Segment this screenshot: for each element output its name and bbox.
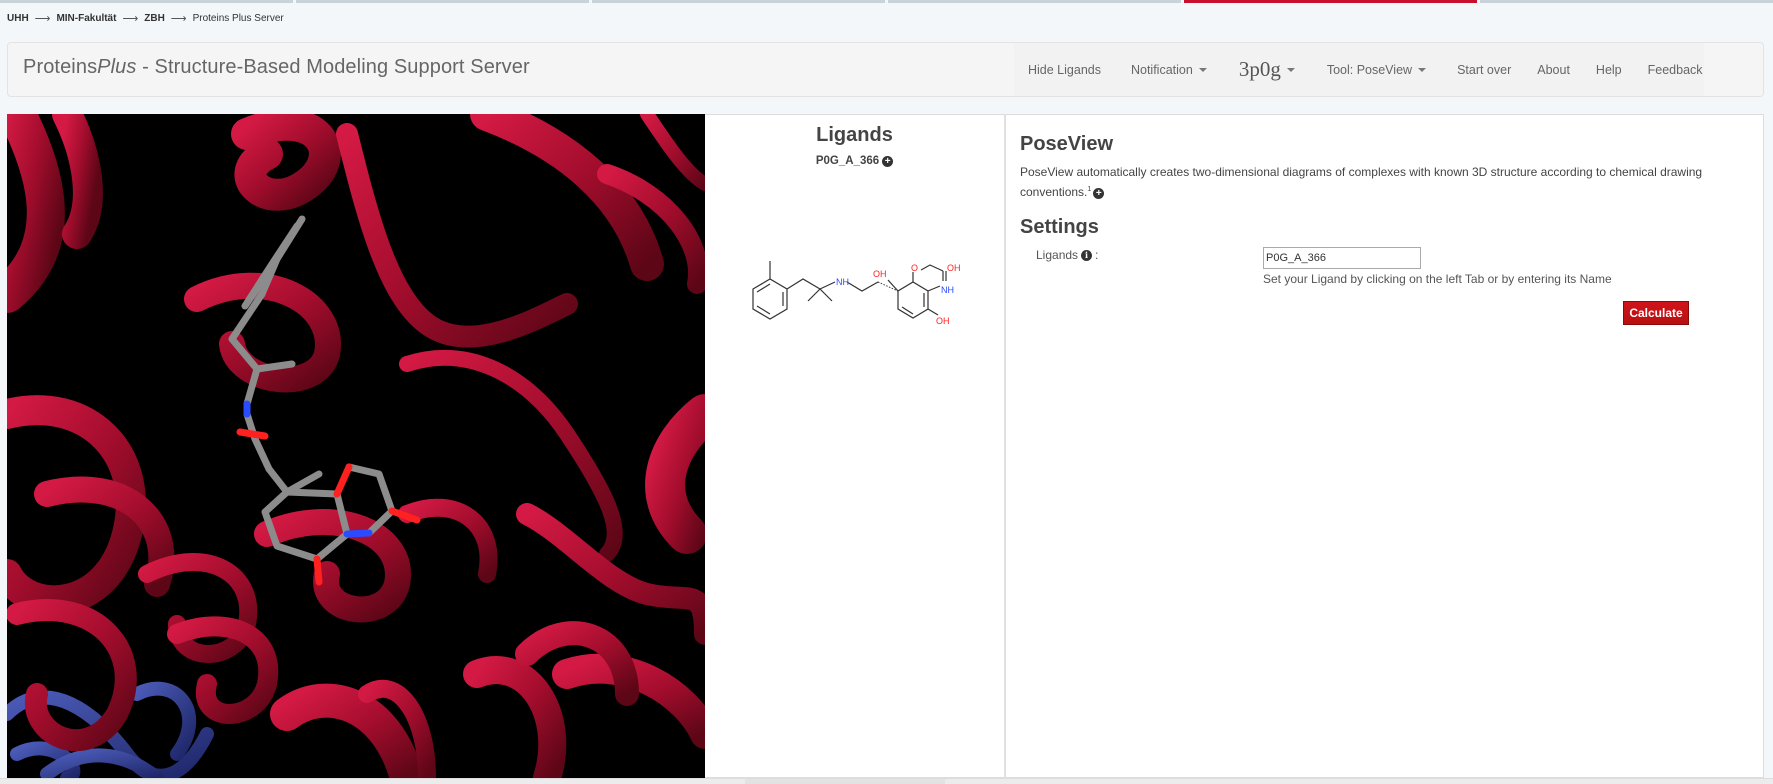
breadcrumb-proteins-plus[interactable]: Proteins Plus Server [193, 13, 284, 24]
help-label: Help [1595, 62, 1622, 77]
caret-down-icon [1286, 67, 1295, 72]
hide-ligands-label: Hide Ligands [1028, 62, 1101, 77]
breadcrumb: UHH ⟶ MIN-Fakultät ⟶ ZBH ⟶ Proteins Plus… [7, 12, 284, 25]
breadcrumb-arrow-icon: ⟶ [170, 13, 187, 25]
about-link[interactable]: About [1525, 63, 1584, 77]
brand-title[interactable]: ProteinsPlus - Structure-Based Modeling … [23, 56, 530, 79]
footnote-ref[interactable]: 1 [1087, 186, 1091, 193]
atom-label-o: O [911, 263, 918, 273]
atom-label-oh: OH [936, 316, 950, 326]
top-tab[interactable] [888, 0, 1181, 3]
top-tab-strip [0, 0, 1773, 3]
top-tab[interactable] [296, 0, 589, 3]
tool-description-text: PoseView automatically creates two-dimen… [1020, 165, 1703, 199]
atom-label-oh: OH [873, 269, 887, 279]
ligand-2d-structure[interactable]: NH OH O OH NH OH [738, 249, 968, 339]
breadcrumb-arrow-icon: ⟶ [34, 13, 51, 25]
navbar: ProteinsPlus - Structure-Based Modeling … [7, 42, 1764, 97]
feedback-label: Feedback [1647, 62, 1703, 77]
nav-links: Hide Ligands Notification 3p0g Tool: Pos… [1014, 43, 1704, 96]
atom-label-oh: OH [947, 263, 961, 273]
tool-title: PoseView [1020, 133, 1114, 155]
tool-description: PoseView automatically creates two-dimen… [1020, 163, 1720, 201]
notification-label: Notification [1130, 62, 1193, 77]
ligands-label-colon: : [1095, 248, 1099, 262]
start-over-link[interactable]: Start over [1440, 63, 1525, 77]
start-over-label: Start over [1457, 62, 1512, 77]
top-tab[interactable] [1480, 0, 1773, 3]
tool-dropdown[interactable]: Tool: PoseView [1309, 63, 1440, 77]
tool-panel: PoseView PoseView automatically creates … [1006, 114, 1764, 778]
breadcrumb-arrow-icon: ⟶ [122, 13, 139, 25]
pdb-code-dropdown[interactable]: 3p0g [1221, 57, 1309, 82]
3d-structure-viewer[interactable] [7, 114, 705, 778]
protein-ligand-3d-render[interactable] [7, 114, 705, 778]
about-label: About [1537, 62, 1570, 77]
horizontal-scrollbar[interactable] [0, 778, 1773, 784]
calculate-button[interactable]: Calculate [1623, 301, 1689, 325]
brand-italic: Plus [97, 56, 137, 78]
brand-prefix: Proteins [23, 56, 98, 78]
ligands-panel: Ligands P0G_A_366 + NH OH O OH NH OH [705, 114, 1006, 778]
plus-circle-icon[interactable]: + [882, 155, 894, 167]
feedback-link[interactable]: Feedback [1636, 63, 1717, 77]
ligands-setting-label: Ligands i : [1036, 248, 1098, 262]
plus-circle-icon[interactable]: + [1093, 188, 1105, 199]
top-tab-active[interactable] [1184, 0, 1477, 3]
info-icon[interactable]: i [1081, 249, 1093, 261]
atom-label-nh: NH [836, 277, 849, 287]
caret-down-icon [1418, 67, 1427, 72]
breadcrumb-uhh[interactable]: UHH [7, 13, 29, 24]
scrollbar-thumb[interactable] [745, 779, 945, 784]
ligand-name-input[interactable] [1263, 247, 1421, 269]
ligands-label-text: Ligands [1036, 248, 1079, 262]
notification-dropdown[interactable]: Notification [1115, 63, 1221, 77]
breadcrumb-min-fakultaet[interactable]: MIN-Fakultät [56, 13, 116, 24]
atom-label-nh: NH [941, 285, 954, 295]
ligand-item-label: P0G_A_366 [815, 155, 880, 167]
hide-ligands-link[interactable]: Hide Ligands [1014, 63, 1115, 77]
ligand-input-hint: Set your Ligand by clicking on the left … [1263, 272, 1612, 286]
stereo-bond-hash [877, 281, 899, 292]
ligand-item[interactable]: P0G_A_366 + [705, 155, 1004, 167]
pdb-code-label: 3p0g [1238, 57, 1281, 81]
breadcrumb-zbh[interactable]: ZBH [144, 13, 165, 24]
settings-title: Settings [1020, 216, 1099, 238]
caret-down-icon [1198, 67, 1207, 72]
top-tab[interactable] [0, 0, 293, 3]
top-tab[interactable] [592, 0, 885, 3]
brand-suffix: - Structure-Based Modeling Support Serve… [136, 56, 530, 78]
ligands-title: Ligands [816, 124, 893, 146]
tool-label: Tool: PoseView [1326, 62, 1413, 77]
help-link[interactable]: Help [1584, 63, 1636, 77]
